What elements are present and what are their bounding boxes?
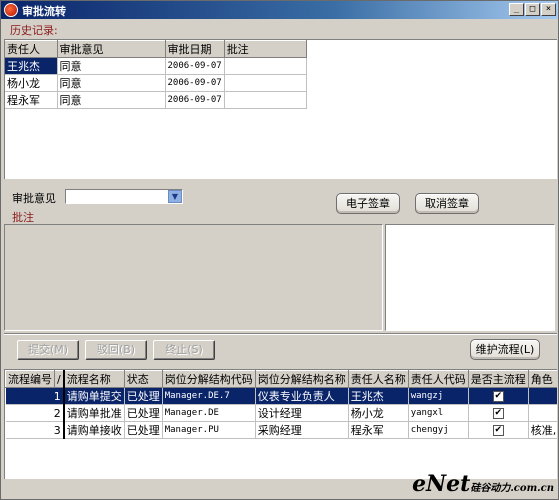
table-row[interactable]: 1 请购单提交 已处理 Manager.DE.7 仪表专业负责人 王兆杰 wan… bbox=[5, 387, 557, 405]
cell-date: 2006-09-07 bbox=[165, 74, 225, 92]
flow-header-row: 流程编号 / 流程名称 状态 岗位分解结构代码 岗位分解结构名称 责任人名称 责… bbox=[5, 370, 557, 388]
cell-date: 2006-09-07 bbox=[165, 91, 225, 109]
cell-flow-name: 请购单提交 bbox=[63, 387, 125, 405]
e-sign-button[interactable]: 电子签章 bbox=[336, 193, 400, 214]
cell-flow-name: 请购单批准 bbox=[63, 404, 125, 422]
app-icon bbox=[4, 3, 18, 17]
history-table: 责任人 审批意见 审批日期 批注 王兆杰 同意 2006-09-07 杨小龙 同… bbox=[5, 40, 307, 109]
history-grid[interactable]: 责任人 审批意见 审批日期 批注 王兆杰 同意 2006-09-07 杨小龙 同… bbox=[4, 39, 557, 179]
table-row[interactable]: 王兆杰 同意 2006-09-07 bbox=[5, 57, 307, 75]
cell-post-name: 设计经理 bbox=[255, 404, 349, 422]
opinion-label: 审批意见 bbox=[12, 192, 56, 205]
cell-opinion: 同意 bbox=[57, 74, 166, 92]
cell-person-name: 王兆杰 bbox=[348, 387, 409, 405]
cell-note bbox=[224, 91, 307, 109]
table-row[interactable]: 程永军 同意 2006-09-07 bbox=[5, 91, 307, 109]
reject-button[interactable]: 驳回(B) bbox=[85, 340, 147, 360]
title-bar[interactable]: 审批流转 _ □ × bbox=[1, 1, 558, 19]
col-post-name[interactable]: 岗位分解结构名称 bbox=[254, 370, 349, 388]
cell-opinion: 同意 bbox=[57, 57, 166, 75]
flow-table: 流程编号 / 流程名称 状态 岗位分解结构代码 岗位分解结构名称 责任人名称 责… bbox=[5, 370, 557, 439]
divider bbox=[4, 333, 557, 335]
note-label: 批注 bbox=[12, 211, 34, 224]
cell-main-flow: ✔ bbox=[468, 387, 529, 405]
cell-main-flow: ✔ bbox=[468, 404, 529, 422]
table-row[interactable]: 2 请购单批准 已处理 Manager.DE 设计经理 杨小龙 yangxl ✔ bbox=[5, 404, 557, 422]
cell-post-code: Manager.PU bbox=[162, 421, 256, 439]
col-role[interactable]: 角色 bbox=[527, 370, 557, 388]
cell-note bbox=[224, 57, 307, 75]
submit-button[interactable]: 提交(M) bbox=[17, 340, 79, 360]
opinion-select[interactable]: ▼ bbox=[65, 189, 183, 204]
cancel-sign-button[interactable]: 取消签章 bbox=[415, 193, 479, 214]
cell-person-code: wangzj bbox=[408, 387, 469, 405]
col-person-name[interactable]: 责任人名称 bbox=[347, 370, 409, 388]
restore-button[interactable]: □ bbox=[525, 3, 540, 16]
window-title: 审批流转 bbox=[22, 5, 66, 18]
col-note[interactable]: 批注 bbox=[224, 40, 307, 58]
cell-opinion: 同意 bbox=[57, 91, 166, 109]
col-date[interactable]: 审批日期 bbox=[165, 40, 225, 58]
main-flow-checkbox[interactable]: ✔ bbox=[492, 408, 504, 419]
cell-status: 已处理 bbox=[124, 421, 163, 439]
watermark-brand: eNet bbox=[412, 471, 471, 497]
main-flow-checkbox[interactable]: ✔ bbox=[492, 391, 504, 402]
watermark-suffix: 硅谷动力 bbox=[470, 483, 511, 494]
col-post-code[interactable]: 岗位分解结构代码 bbox=[161, 370, 256, 388]
col-person-code[interactable]: 责任人代码 bbox=[407, 370, 469, 388]
maintain-flow-button[interactable]: 维护流程(L) bbox=[470, 339, 540, 360]
col-flow-name[interactable]: 流程名称 bbox=[63, 370, 125, 388]
cell-flow-no: 3 bbox=[5, 421, 65, 439]
stop-button[interactable]: 终止(S) bbox=[153, 340, 215, 360]
signature-preview bbox=[385, 224, 555, 331]
cell-role bbox=[528, 387, 557, 405]
col-flow-no[interactable]: 流程编号 bbox=[5, 370, 55, 388]
cell-person-code: chengyj bbox=[408, 421, 469, 439]
table-row[interactable]: 杨小龙 同意 2006-09-07 bbox=[5, 74, 307, 92]
cell-person: 杨小龙 bbox=[5, 74, 58, 92]
col-sort-indicator[interactable]: / bbox=[53, 370, 65, 388]
cell-person: 程永军 bbox=[5, 91, 58, 109]
cell-post-name: 仪表专业负责人 bbox=[255, 387, 349, 405]
cell-note bbox=[224, 74, 307, 92]
cell-role: 核准, bbox=[528, 421, 557, 439]
history-header-row: 责任人 审批意见 审批日期 批注 bbox=[5, 40, 307, 58]
chevron-down-icon[interactable]: ▼ bbox=[168, 190, 182, 203]
cell-person-name: 程永军 bbox=[348, 421, 409, 439]
cell-status: 已处理 bbox=[124, 404, 163, 422]
main-flow-checkbox[interactable]: ✔ bbox=[492, 425, 504, 436]
minimize-button[interactable]: _ bbox=[509, 3, 524, 16]
cell-flow-no: 1 bbox=[5, 387, 65, 405]
cell-post-name: 采购经理 bbox=[255, 421, 349, 439]
enet-watermark-logo: eNet硅谷动力.com.cn bbox=[412, 471, 554, 497]
table-row[interactable]: 3 请购单接收 已处理 Manager.PU 采购经理 程永军 chengyj … bbox=[5, 421, 557, 439]
watermark-domain: .com.cn bbox=[510, 483, 554, 494]
cell-person-name: 杨小龙 bbox=[348, 404, 409, 422]
col-status[interactable]: 状态 bbox=[123, 370, 163, 388]
cell-date: 2006-09-07 bbox=[165, 57, 225, 75]
approval-window: 审批流转 _ □ × 历史记录: 责任人 审批意见 审批日期 批注 王兆杰 同意… bbox=[0, 0, 559, 500]
cell-role bbox=[528, 404, 557, 422]
flow-grid[interactable]: 流程编号 / 流程名称 状态 岗位分解结构代码 岗位分解结构名称 责任人名称 责… bbox=[4, 369, 557, 479]
cell-post-code: Manager.DE.7 bbox=[162, 387, 256, 405]
cell-person-code: yangxl bbox=[408, 404, 469, 422]
cell-main-flow: ✔ bbox=[468, 421, 529, 439]
close-button[interactable]: × bbox=[541, 3, 556, 16]
cell-flow-no: 2 bbox=[5, 404, 65, 422]
col-main-flow[interactable]: 是否主流程 bbox=[467, 370, 529, 388]
cell-flow-name: 请购单接收 bbox=[63, 421, 125, 439]
col-person[interactable]: 责任人 bbox=[5, 40, 58, 58]
cell-post-code: Manager.DE bbox=[162, 404, 256, 422]
cell-person: 王兆杰 bbox=[5, 57, 58, 75]
col-opinion[interactable]: 审批意见 bbox=[57, 40, 166, 58]
history-label: 历史记录: bbox=[10, 24, 58, 37]
note-textarea[interactable] bbox=[4, 224, 383, 331]
cell-status: 已处理 bbox=[124, 387, 163, 405]
